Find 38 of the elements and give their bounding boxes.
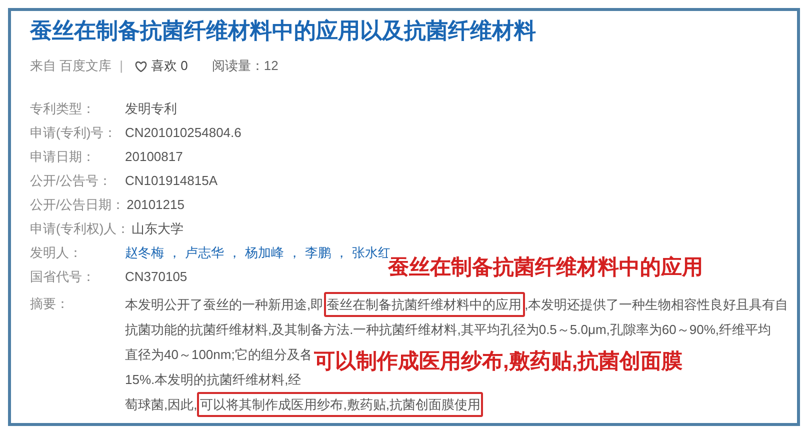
- inventor-link[interactable]: 赵冬梅: [125, 241, 164, 265]
- abstract-text: 15%.本发明的抗菌纤维材料,经: [125, 371, 302, 389]
- field-value: 20101215: [126, 196, 184, 214]
- comma-separator: ，: [167, 244, 182, 262]
- field-value: 发明专利: [125, 100, 177, 118]
- field-label: 摘要：: [30, 295, 70, 313]
- field-value: CN201010254804.6: [125, 124, 242, 142]
- field-value: 20100817: [125, 148, 183, 166]
- abstract-text: 直径为40～100nm;它的组分及各: [125, 346, 313, 364]
- field-label: 公开/公告号：: [30, 172, 113, 190]
- inventor-link[interactable]: 李鹏: [305, 241, 331, 265]
- field-label: 发明人：: [30, 244, 83, 262]
- heart-icon[interactable]: [135, 60, 148, 72]
- field-label: 申请日期：: [30, 148, 96, 166]
- abstract-text: ,本发明还提供了一种生物相容性良好且具有自: [524, 296, 788, 314]
- field-label: 申请(专利)号：: [30, 124, 118, 142]
- likes-count[interactable]: 喜欢 0: [151, 56, 188, 76]
- inventor-link[interactable]: 卢志华: [185, 241, 224, 265]
- field-value: CN101914815A: [125, 172, 218, 190]
- comma-separator: ，: [334, 244, 349, 262]
- abstract-text: 抗菌功能的抗菌纤维材料,及其制备方法.一种抗菌纤维材料,其平均孔径为0.5～5.0μm,孔隙率为60～90%,纤维平均: [125, 321, 772, 339]
- highlighted-text: 蚕丝在制备抗菌纤维材料中的应用: [324, 292, 525, 317]
- field-label: 国省代号：: [30, 268, 96, 286]
- abstract-text: 本发明公开了蚕丝的一种新用途,即: [125, 296, 324, 314]
- comma-separator: ，: [287, 244, 302, 262]
- field-value: 山东大学: [132, 220, 184, 238]
- field-label: 申请(专利权)人：: [30, 220, 131, 238]
- page-title[interactable]: 蚕丝在制备抗菌纤维材料中的应用以及抗菌纤维材料: [30, 15, 797, 47]
- field-label: 公开/公告日期：: [30, 196, 126, 214]
- highlighted-text: 可以将其制作成医用纱布,敷药贴,抗菌创面膜使用: [197, 392, 484, 417]
- comma-separator: ，: [227, 244, 242, 262]
- abstract-text: 萄球菌,因此,: [125, 396, 198, 414]
- source-text: 来自 百度文库: [30, 57, 112, 76]
- inventor-link[interactable]: 杨加峰: [245, 241, 284, 265]
- separator-text: |: [120, 57, 124, 76]
- field-value: CN370105: [125, 268, 188, 286]
- read-count: 阅读量：12: [212, 57, 278, 76]
- field-label: 专利类型：: [30, 100, 96, 118]
